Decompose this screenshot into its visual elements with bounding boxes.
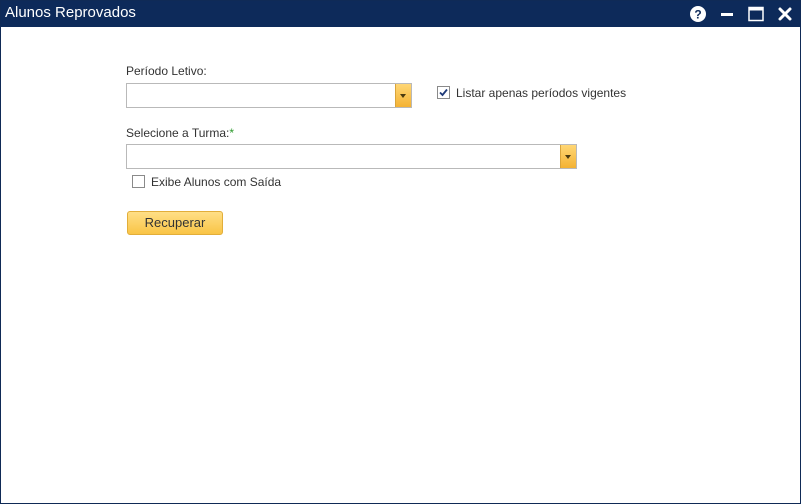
minimize-icon[interactable]: [718, 5, 736, 23]
exibe-saida-checkbox[interactable]: [132, 175, 145, 188]
listar-vigentes-label[interactable]: Listar apenas períodos vigentes: [456, 86, 626, 100]
help-icon[interactable]: ?: [689, 5, 707, 23]
periodo-dropdown-button[interactable]: [395, 84, 411, 107]
svg-text:?: ?: [694, 8, 701, 22]
turma-dropdown-button[interactable]: [560, 145, 576, 168]
chevron-down-icon: [565, 155, 571, 159]
dialog-window: Alunos Reprovados ? Período Letivo: List…: [0, 0, 801, 504]
recuperar-button[interactable]: Recuperar: [127, 211, 223, 235]
title-bar[interactable]: Alunos Reprovados ?: [1, 1, 800, 27]
exibe-saida-label[interactable]: Exibe Alunos com Saída: [151, 175, 281, 189]
close-icon[interactable]: [776, 5, 794, 23]
periodo-letivo-label: Período Letivo:: [126, 64, 207, 78]
turma-label: Selecione a Turma:: [126, 126, 230, 140]
maximize-icon[interactable]: [747, 5, 765, 23]
turma-select[interactable]: [126, 144, 577, 169]
checkmark-icon: [439, 88, 448, 97]
window-title: Alunos Reprovados: [5, 4, 136, 21]
turma-label-group: Selecione a Turma:*: [126, 126, 234, 140]
periodo-letivo-select[interactable]: [126, 83, 412, 108]
listar-vigentes-checkbox[interactable]: [437, 86, 450, 99]
required-mark: *: [229, 126, 235, 140]
chevron-down-icon: [400, 94, 406, 98]
